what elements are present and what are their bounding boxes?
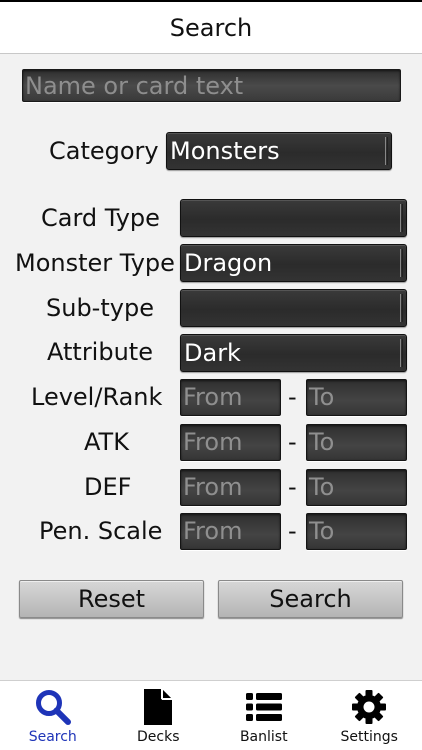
category-value: Monsters	[170, 137, 280, 165]
level-rank-label: Level/Rank	[31, 383, 163, 411]
dropdown-handle-icon	[385, 137, 388, 165]
page-title: Search	[169, 13, 253, 42]
search-button[interactable]: Search	[218, 580, 403, 618]
gear-icon	[349, 687, 389, 727]
nav-header: Search	[0, 2, 422, 54]
card-type-label: Card Type	[41, 204, 160, 232]
def-label: DEF	[84, 473, 132, 501]
dropdown-handle-icon	[400, 249, 403, 277]
list-icon	[244, 687, 284, 727]
range-separator: -	[288, 383, 297, 411]
range-separator: -	[288, 517, 297, 545]
attribute-value: Dark	[184, 339, 241, 367]
dropdown-handle-icon	[400, 204, 403, 232]
monster-type-value: Dragon	[184, 249, 273, 277]
def-to-input[interactable]: To	[306, 469, 407, 506]
tab-settings-label: Settings	[340, 729, 398, 745]
search-icon	[33, 687, 73, 727]
dropdown-handle-icon	[400, 294, 403, 322]
tab-bar: Search Decks Banlist Settings	[0, 680, 422, 750]
tab-search-label: Search	[28, 729, 77, 745]
pen-scale-from-input[interactable]: From	[180, 513, 281, 550]
sub-type-label: Sub-type	[46, 294, 154, 322]
category-select[interactable]: Monsters	[166, 132, 392, 170]
attribute-select[interactable]: Dark	[180, 334, 407, 372]
sub-type-select[interactable]	[180, 289, 407, 327]
dropdown-handle-icon	[400, 339, 403, 367]
pen-scale-to-input[interactable]: To	[306, 513, 407, 550]
reset-button[interactable]: Reset	[19, 580, 204, 618]
tab-decks[interactable]: Decks	[106, 681, 212, 750]
category-label: Category	[49, 137, 159, 165]
atk-to-input[interactable]: To	[306, 424, 407, 461]
level-from-input[interactable]: From	[180, 379, 281, 416]
range-separator: -	[288, 473, 297, 501]
attribute-label: Attribute	[47, 338, 153, 366]
search-input[interactable]	[22, 69, 401, 102]
level-to-input[interactable]: To	[306, 379, 407, 416]
def-from-input[interactable]: From	[180, 469, 281, 506]
document-icon	[138, 687, 178, 727]
atk-from-input[interactable]: From	[180, 424, 281, 461]
card-type-select[interactable]	[180, 199, 407, 237]
range-separator: -	[288, 428, 297, 456]
tab-decks-label: Decks	[137, 729, 180, 745]
tab-search[interactable]: Search	[0, 681, 106, 750]
monster-type-label: Monster Type	[15, 249, 175, 277]
atk-label: ATK	[84, 428, 129, 456]
tab-settings[interactable]: Settings	[317, 681, 422, 750]
pen-scale-label: Pen. Scale	[39, 517, 163, 545]
tab-banlist[interactable]: Banlist	[211, 681, 317, 750]
tab-banlist-label: Banlist	[239, 729, 288, 745]
monster-type-select[interactable]: Dragon	[180, 244, 407, 282]
